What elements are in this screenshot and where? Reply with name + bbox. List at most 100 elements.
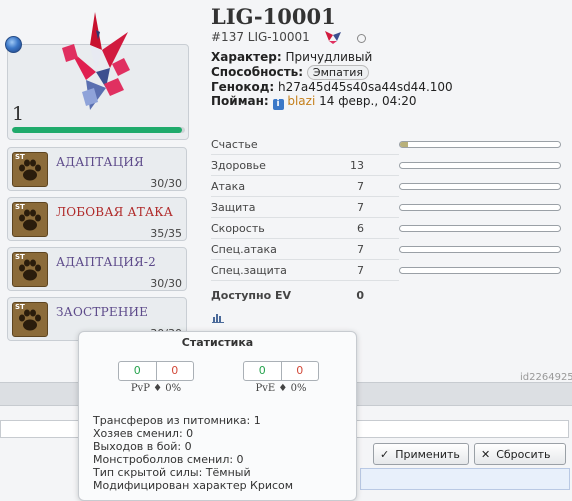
- pvp-label: PvP: [130, 383, 150, 394]
- ev-label: Доступно EV: [211, 289, 292, 302]
- stat-label: Защита: [211, 201, 256, 214]
- pvp-losses: 0: [156, 361, 194, 381]
- genocode-value: h27a45d45s40sa44sd44.100: [278, 80, 453, 94]
- pokemon-number: #137 LIG-10001: [211, 30, 310, 44]
- move-badge: ST: [15, 203, 25, 211]
- stat-divider: [211, 280, 399, 281]
- pve-footer: PvE ♦ 0%: [243, 383, 319, 394]
- move-badge: ST: [15, 153, 25, 161]
- character-value: Причудливый: [285, 50, 373, 64]
- pokemon-level: 1: [12, 103, 25, 125]
- move-name: ЛОБОВАЯ АТАКА: [56, 205, 174, 219]
- info-icon[interactable]: i: [272, 99, 284, 110]
- caught-label: Пойман:: [211, 94, 269, 108]
- tooltip-title: Статистика: [181, 336, 254, 349]
- stat-bar: [399, 246, 561, 253]
- move-badge: ST: [15, 303, 25, 311]
- stat-bar: [399, 267, 561, 274]
- stat-label: Атака: [211, 180, 246, 193]
- move-name: АДАПТАЦИЯ: [56, 155, 144, 169]
- character-row: Характер: Причудливый: [211, 50, 372, 64]
- stat-label: Счастье: [211, 138, 258, 151]
- hp-bar: [12, 127, 185, 133]
- stat-divider: [211, 217, 399, 218]
- paw-icon: ST: [12, 152, 48, 187]
- pve-record: 0 0 PvE ♦ 0%: [243, 361, 319, 399]
- check-icon: ✓: [380, 447, 390, 461]
- paw-icon: ST: [12, 252, 48, 287]
- ability-row: Способность: Эмпатия: [211, 65, 369, 80]
- stat-bar: [399, 141, 561, 148]
- pvp-footer: PvP ♦ 0%: [118, 383, 194, 394]
- gender-icon: [357, 34, 366, 43]
- close-icon: ✕: [481, 447, 491, 461]
- tooltip-line: Трансферов из питомника: 1: [93, 414, 261, 427]
- stat-value: 13: [350, 159, 364, 172]
- caught-date: 14 февр., 04:20: [319, 94, 417, 108]
- move-badge: ST: [15, 253, 25, 261]
- stat-divider: [211, 259, 399, 260]
- diamond-icon: ♦: [153, 383, 163, 394]
- move-slot-3[interactable]: ST АДАПТАЦИЯ-2 30/30: [7, 247, 187, 291]
- diamond-icon: ♦: [278, 383, 288, 394]
- stat-label: Спец.защита: [211, 264, 287, 277]
- paw-icon: ST: [12, 302, 48, 337]
- stat-bar: [399, 183, 561, 190]
- stat-bar: [399, 204, 561, 211]
- bar-chart-icon[interactable]: [212, 312, 224, 323]
- move-pp: 30/30: [150, 177, 182, 190]
- stat-label: Спец.атака: [211, 243, 277, 256]
- stat-bar: [399, 162, 561, 169]
- stat-value: 7: [357, 180, 364, 193]
- stat-bar: [399, 225, 561, 232]
- stat-divider: [211, 175, 399, 176]
- stat-divider: [211, 154, 399, 155]
- ev-value: 0: [356, 289, 364, 302]
- stat-value: 6: [357, 222, 364, 235]
- pve-percent: 0%: [290, 383, 307, 394]
- caught-user-link[interactable]: blazi: [287, 94, 315, 108]
- ability-label: Способность:: [211, 65, 304, 79]
- tooltip-line: Выходов в бой: 0: [93, 440, 192, 453]
- pve-wins: 0: [243, 361, 282, 381]
- pve-losses: 0: [281, 361, 319, 381]
- pvp-percent: 0%: [165, 383, 182, 394]
- character-label: Характер:: [211, 50, 282, 64]
- pvp-cells: 0 0: [118, 361, 194, 381]
- genocode-label: Генокод:: [211, 80, 275, 94]
- hp-bar-fill: [12, 127, 182, 133]
- bottom-panel: [360, 468, 570, 490]
- pvp-record: 0 0 PvP ♦ 0%: [118, 361, 194, 399]
- move-pp: 30/30: [150, 277, 182, 290]
- move-name: АДАПТАЦИЯ-2: [56, 255, 156, 269]
- pve-cells: 0 0: [243, 361, 319, 381]
- stat-label: Здоровье: [211, 159, 266, 172]
- move-name: ЗАОСТРЕНИЕ: [56, 305, 149, 319]
- tooltip-line: Хозяев сменил: 0: [93, 427, 194, 440]
- pvp-wins: 0: [118, 361, 157, 381]
- reset-button[interactable]: ✕ Сбросить: [474, 443, 566, 465]
- stat-bar-fill: [400, 142, 408, 147]
- pve-label: PvE: [255, 383, 276, 394]
- paw-icon: ST: [12, 202, 48, 237]
- stat-label: Скорость: [211, 222, 265, 235]
- move-slot-2[interactable]: ST ЛОБОВАЯ АТАКА 35/35: [7, 197, 187, 241]
- move-pp: 35/35: [150, 227, 182, 240]
- pokemon-sprite: [62, 12, 130, 110]
- ability-badge[interactable]: Эмпатия: [306, 65, 369, 80]
- stat-value: 7: [357, 264, 364, 277]
- reset-button-label: Сбросить: [496, 447, 551, 461]
- pokemon-name: LIG-10001: [211, 4, 336, 29]
- move-slot-1[interactable]: ST АДАПТАЦИЯ 30/30: [7, 147, 187, 191]
- mini-sprite-icon: [325, 31, 341, 44]
- statistics-tooltip: Статистика 0 0 PvP ♦ 0% 0 0 PvE ♦ 0% Тра…: [78, 331, 357, 501]
- stat-value: 7: [357, 243, 364, 256]
- stat-divider: [211, 238, 399, 239]
- tooltip-line: Модифицирован характер Крисом: [93, 479, 294, 492]
- caught-row: Пойман: i blazi 14 февр., 04:20: [211, 94, 417, 110]
- genocode-row: Генокод: h27a45d45s40sa44sd44.100: [211, 80, 453, 94]
- apply-button[interactable]: ✓ Применить: [373, 443, 469, 465]
- stat-value: 7: [357, 201, 364, 214]
- stat-divider: [211, 196, 399, 197]
- pokeball-icon: [5, 36, 22, 53]
